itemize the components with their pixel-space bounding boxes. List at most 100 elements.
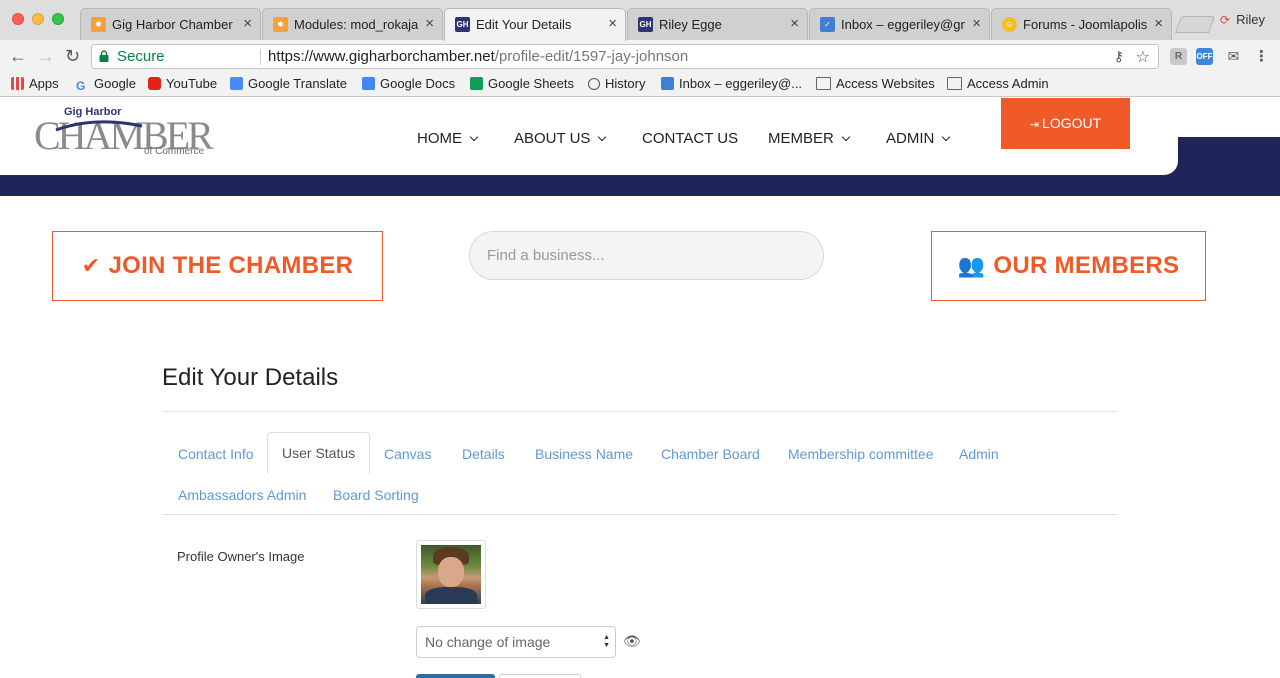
nav-label: ABOUT US bbox=[514, 130, 591, 147]
nav-label: CONTACT US bbox=[642, 130, 739, 147]
bookmark-inbox[interactable]: Inbox – eggeriley@... bbox=[661, 76, 802, 91]
nav-about-us[interactable]: ABOUT US bbox=[514, 130, 607, 147]
bookmark-apps[interactable]: Apps bbox=[11, 76, 59, 91]
users-icon: 👥 bbox=[957, 253, 986, 278]
bookmark-star-icon[interactable]: ☆ bbox=[1136, 47, 1150, 67]
image-select-value: No change of image bbox=[425, 634, 551, 650]
tab-user-status[interactable]: User Status bbox=[267, 432, 371, 474]
tab-title: Riley Egge bbox=[659, 17, 722, 32]
site-logo[interactable]: Gig Harbor CHAMBER of Commerce bbox=[34, 106, 214, 158]
tab-chamber-board[interactable]: Chamber Board bbox=[661, 446, 760, 462]
nav-member[interactable]: MEMBER bbox=[768, 130, 851, 147]
nav-home[interactable]: HOME bbox=[417, 130, 479, 147]
profile-sync-icon: ⟳ bbox=[1220, 13, 1231, 27]
extension-off-icon[interactable]: OFF bbox=[1196, 48, 1213, 65]
avatar bbox=[416, 540, 486, 609]
secondary-button[interactable] bbox=[499, 674, 581, 678]
image-change-select[interactable]: No change of image ▲ ▼ bbox=[416, 626, 616, 658]
close-icon[interactable]: × bbox=[1154, 15, 1163, 32]
profile-name: Riley bbox=[1236, 12, 1265, 27]
tab-ambassadors-admin[interactable]: Ambassadors Admin bbox=[178, 487, 306, 503]
extension-badge: OFF bbox=[1196, 52, 1213, 61]
bookmark-youtube[interactable]: YouTube bbox=[148, 76, 217, 91]
tab-contact-info[interactable]: Contact Info bbox=[178, 446, 254, 462]
browser-tab[interactable]: ✱ Modules: mod_rokajax × bbox=[262, 8, 443, 40]
window-minimize-button[interactable] bbox=[32, 13, 44, 25]
tab-details[interactable]: Details bbox=[462, 446, 505, 462]
nav-admin[interactable]: ADMIN bbox=[886, 130, 951, 147]
reload-icon[interactable]: ↻ bbox=[65, 46, 80, 67]
bookmark-label: Access Websites bbox=[836, 76, 935, 91]
back-arrow-icon[interactable]: ← bbox=[9, 46, 27, 67]
address-bar[interactable]: Secure https://www.gigharborchamber.net/… bbox=[91, 44, 1159, 69]
bookmark-label: YouTube bbox=[166, 76, 218, 91]
url-host: https://www.gigharborchamber.net bbox=[268, 48, 495, 65]
bookmark-label: Google Sheets bbox=[488, 76, 575, 91]
bookmark-folder-access-websites[interactable]: Access Websites bbox=[816, 76, 935, 91]
lock-icon bbox=[99, 50, 109, 62]
join-chamber-button[interactable]: ✔ JOIN THE CHAMBER bbox=[52, 231, 383, 301]
chevron-down-icon bbox=[469, 132, 479, 142]
tab-title: Inbox – eggeriley@gm bbox=[841, 17, 965, 32]
history-icon bbox=[588, 78, 600, 90]
eye-icon[interactable]: 👁 bbox=[623, 633, 641, 650]
bookmark-google[interactable]: G Google bbox=[76, 76, 136, 93]
browser-profile[interactable]: ⟳ Riley bbox=[1220, 12, 1265, 27]
profile-image-label: Profile Owner's Image bbox=[177, 549, 305, 564]
nav-contact-us[interactable]: CONTACT US bbox=[642, 130, 738, 147]
title-divider bbox=[162, 411, 1118, 412]
our-members-button[interactable]: 👥 OUR MEMBERS bbox=[931, 231, 1206, 301]
chevron-down-icon bbox=[598, 132, 607, 142]
browser-tab[interactable]: ✱ Gig Harbor Chamber of × bbox=[80, 8, 261, 40]
business-search-input[interactable] bbox=[469, 231, 824, 280]
profile-photo bbox=[421, 545, 481, 604]
bookmark-folder-access-admin[interactable]: Access Admin bbox=[947, 76, 1049, 91]
menu-icon[interactable]: ⋮ bbox=[1253, 48, 1270, 65]
folder-icon bbox=[947, 77, 962, 90]
page-title: Edit Your Details bbox=[162, 364, 339, 391]
browser-tab[interactable]: GH Riley Egge × bbox=[627, 8, 808, 40]
close-icon[interactable]: × bbox=[790, 15, 799, 32]
joomla-icon: ✱ bbox=[91, 17, 106, 32]
nav-label: HOME bbox=[417, 130, 462, 147]
secure-label: Secure bbox=[117, 48, 165, 65]
chamber-icon: GH bbox=[638, 17, 653, 32]
close-icon[interactable]: × bbox=[972, 15, 981, 32]
logout-button[interactable]: ⇥ LOGOUT bbox=[1001, 98, 1130, 149]
bookmark-label: Inbox – eggeriley@... bbox=[679, 76, 803, 91]
forward-arrow-icon[interactable]: → bbox=[37, 46, 55, 67]
tab-business-name[interactable]: Business Name bbox=[535, 446, 633, 462]
tab-title: Edit Your Details bbox=[476, 17, 572, 32]
browser-tab[interactable]: ☺ Forums - Joomlapolis × bbox=[991, 8, 1172, 40]
members-label: OUR MEMBERS bbox=[993, 252, 1180, 279]
tab-title: Gig Harbor Chamber of bbox=[112, 17, 236, 32]
close-icon[interactable]: × bbox=[608, 15, 617, 32]
bookmark-google-sheets[interactable]: Google Sheets bbox=[470, 76, 574, 91]
browser-tab[interactable]: ✓ Inbox – eggeriley@gm × bbox=[809, 8, 990, 40]
bookmark-label: Google bbox=[94, 76, 136, 91]
browser-tab-active[interactable]: GH Edit Your Details × bbox=[444, 8, 626, 41]
inbox-icon: ✓ bbox=[820, 17, 835, 32]
tab-admin[interactable]: Admin bbox=[959, 446, 999, 462]
chamber-icon: GH bbox=[455, 17, 470, 32]
tab-board-sorting[interactable]: Board Sorting bbox=[333, 487, 419, 503]
window-zoom-button[interactable] bbox=[52, 13, 64, 25]
bookmark-google-translate[interactable]: Google Translate bbox=[230, 76, 347, 91]
close-icon[interactable]: × bbox=[425, 15, 434, 32]
translate-icon bbox=[230, 77, 243, 90]
primary-button[interactable] bbox=[416, 674, 495, 678]
window-close-button[interactable] bbox=[12, 13, 24, 25]
key-icon[interactable]: ⚷ bbox=[1114, 48, 1124, 65]
extension-icon[interactable]: R bbox=[1170, 48, 1187, 65]
url-text[interactable]: https://www.gigharborchamber.net/profile… bbox=[268, 48, 688, 65]
inbox-extension-icon[interactable]: ✉ bbox=[1225, 48, 1242, 65]
youtube-icon bbox=[148, 77, 161, 90]
tab-canvas[interactable]: Canvas bbox=[384, 446, 431, 462]
bookmark-google-docs[interactable]: Google Docs bbox=[362, 76, 455, 91]
close-icon[interactable]: × bbox=[243, 15, 252, 32]
tab-membership-committee[interactable]: Membership committee bbox=[788, 446, 934, 462]
sign-out-icon: ⇥ bbox=[1029, 119, 1040, 131]
google-icon: G bbox=[76, 79, 86, 93]
new-tab-button[interactable] bbox=[1174, 16, 1216, 33]
bookmark-history[interactable]: History bbox=[588, 76, 645, 91]
